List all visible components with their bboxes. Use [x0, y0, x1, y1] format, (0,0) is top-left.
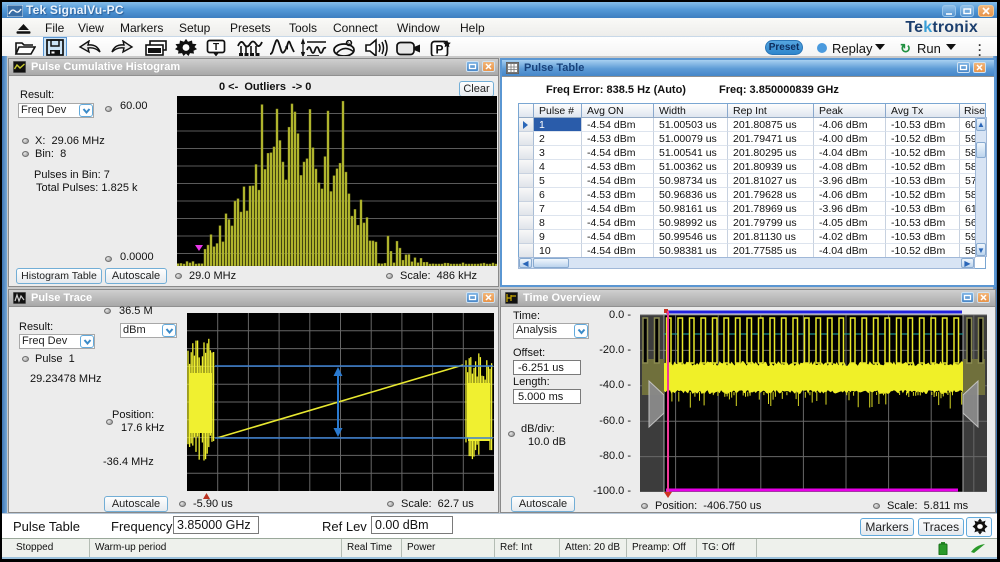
svg-text:N: N [347, 41, 351, 47]
svg-text:T: T [213, 42, 219, 53]
svg-text:P: P [435, 43, 443, 57]
